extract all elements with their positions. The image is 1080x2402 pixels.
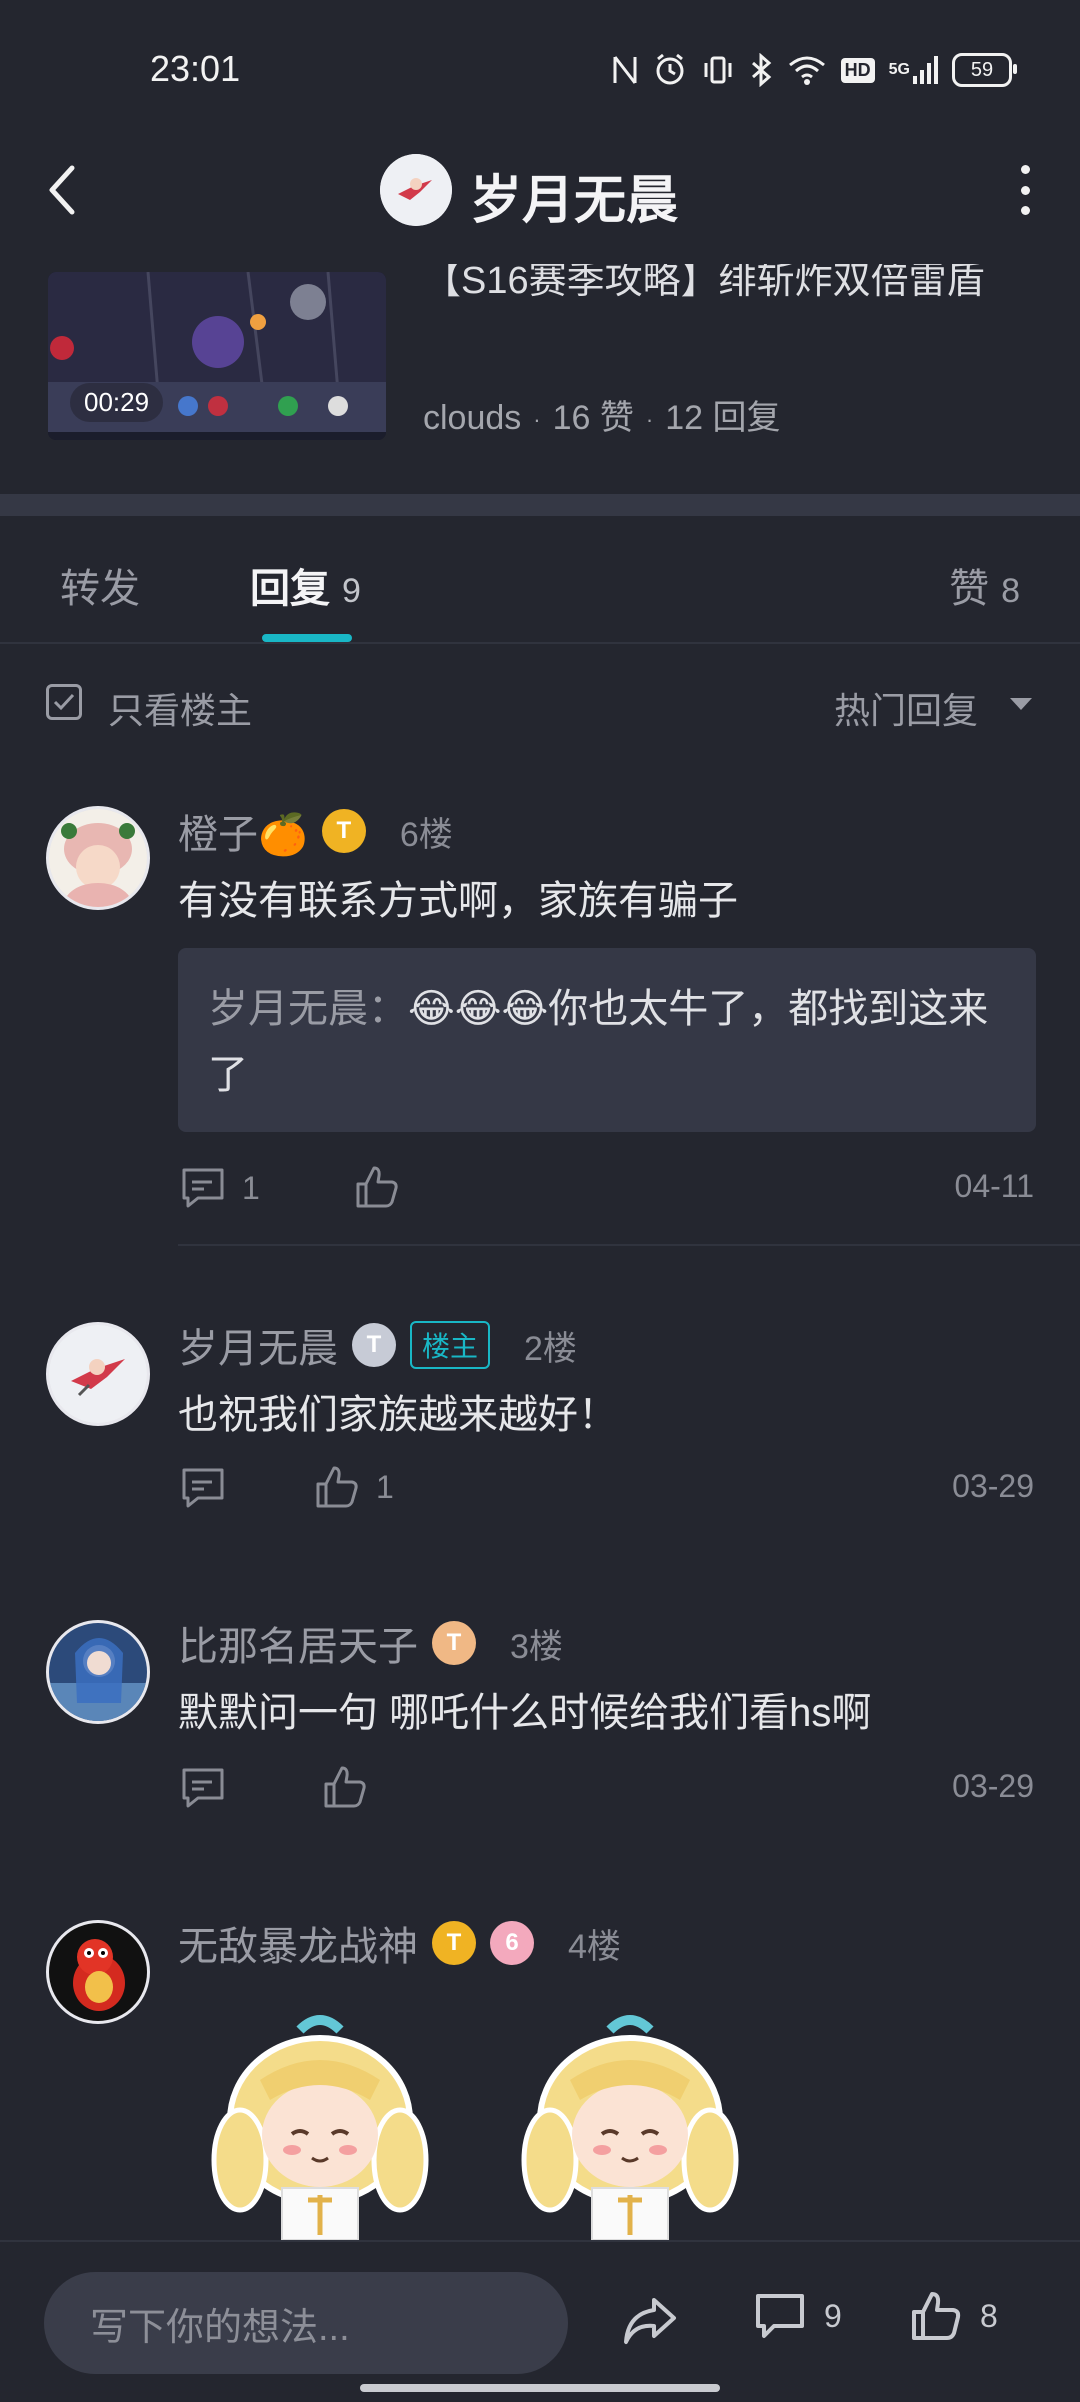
like-count-button[interactable]: 8 (910, 2290, 998, 2342)
active-tab-indicator (262, 634, 352, 642)
like-button[interactable] (322, 1764, 384, 1810)
section-divider (0, 494, 1080, 516)
vibrate-icon (701, 53, 735, 87)
thumbs-up-icon (324, 1766, 366, 1808)
level-badge-icon: T (432, 1621, 476, 1665)
more-menu-button[interactable] (1010, 165, 1040, 215)
avatar[interactable] (46, 1322, 150, 1426)
floor-number: 2楼 (524, 1329, 577, 1368)
comment-username[interactable]: 橙子🍊 T 6楼 (178, 802, 453, 860)
avatar[interactable] (46, 806, 150, 910)
comment-icon (182, 1168, 224, 1208)
tab-reply[interactable]: 回复 9 (250, 556, 361, 614)
post-author[interactable]: clouds (423, 399, 521, 437)
share-button[interactable] (620, 2294, 680, 2355)
only-op-label[interactable]: 只看楼主 (108, 682, 252, 734)
thumbs-up-icon (912, 2292, 961, 2340)
comment-text: 有没有联系方式啊，家族有骗子 (178, 879, 738, 923)
tab-reply-count: 9 (342, 572, 361, 610)
tab-divider (0, 642, 1080, 644)
avatar[interactable] (46, 1620, 150, 1724)
comment-username[interactable]: 岁月无晨 T 楼主 2楼 (178, 1316, 577, 1374)
level-badge-icon: 6 (490, 1921, 534, 1965)
tab-like[interactable]: 赞8 (949, 556, 1020, 614)
like-count: 1 (376, 1468, 394, 1505)
chevron-left-icon (49, 165, 75, 215)
comment-date: 03-29 (952, 1468, 1034, 1504)
username-text: 橙子🍊 (178, 813, 308, 857)
tab-like-label: 赞 (949, 567, 990, 611)
home-indicator[interactable] (360, 2384, 720, 2392)
post-meta: clouds · 16 赞 · 12 回复 (423, 399, 781, 437)
tab-forward[interactable]: 转发 (60, 556, 140, 614)
username-text: 岁月无晨 (178, 1327, 338, 1371)
comment-username[interactable]: 无敌暴龙战神 T 6 4楼 (178, 1914, 621, 1972)
comment-count: 9 (824, 2297, 842, 2334)
check-icon (53, 693, 75, 711)
bluetooth-icon (749, 53, 773, 87)
op-tag: 楼主 (410, 1321, 491, 1369)
wifi-icon (787, 54, 827, 86)
sticker-image[interactable] (200, 2010, 440, 2245)
reply-quote[interactable]: 岁月无晨：😂😂😂你也太牛了，都找到这来了 (178, 948, 1036, 1132)
post-likes: 16 赞 (552, 399, 634, 437)
back-button[interactable] (40, 160, 90, 220)
username-text: 无敌暴龙战神 (178, 1925, 418, 1969)
nfc-icon (611, 53, 639, 87)
tab-like-count: 8 (1001, 572, 1020, 610)
page-title: 岁月无晨 (470, 172, 679, 230)
like-count: 8 (980, 2297, 998, 2334)
floor-number: 3楼 (510, 1627, 563, 1666)
sticker-image[interactable] (510, 2010, 750, 2245)
username-text: 比那名居天子 (178, 1625, 418, 1669)
post-replies: 12 回复 (665, 399, 781, 437)
reply-button[interactable] (180, 1466, 242, 1510)
comment-text: 也祝我们家族越来越好！ (178, 1393, 618, 1437)
quote-author[interactable]: 岁月无晨： (208, 987, 408, 1031)
sort-dropdown[interactable]: 热门回复 (834, 682, 978, 734)
comment-count-button[interactable]: 9 (754, 2290, 842, 2342)
status-time: 23:01 (150, 48, 241, 89)
like-button[interactable] (354, 1164, 416, 1210)
avatar[interactable] (46, 1920, 150, 2024)
thumbs-up-icon (356, 1166, 398, 1208)
floor-number: 4楼 (568, 1927, 621, 1966)
header-avatar[interactable] (380, 154, 452, 226)
comment-username[interactable]: 比那名居天子 T 3楼 (178, 1614, 563, 1672)
comment-text: 默默问一句 哪吒什么时候给我们看hs啊 (178, 1691, 872, 1735)
floor-number: 6楼 (399, 815, 453, 854)
comment-input[interactable]: 写下你的想法... (44, 2272, 568, 2374)
share-icon (624, 2298, 676, 2344)
reply-count: 1 (242, 1169, 260, 1206)
status-icons: HD 5G 59 (611, 50, 1017, 90)
comment-icon (756, 2294, 804, 2338)
post-title[interactable]: 【S16赛季攻略】绯斩炸双倍雷盾 (423, 264, 1023, 312)
caret-down-icon[interactable] (1010, 698, 1032, 710)
signal-icon: 5G (889, 54, 938, 86)
reply-button[interactable] (180, 1766, 242, 1810)
comment-date: 04-11 (954, 1168, 1034, 1204)
comment-date: 03-29 (952, 1768, 1034, 1804)
alarm-icon (653, 53, 687, 87)
level-badge-icon: T (432, 1921, 476, 1965)
hd-badge: HD (840, 57, 875, 83)
reply-button[interactable]: 1 (180, 1166, 260, 1210)
video-thumbnail[interactable]: 00:29 (48, 272, 386, 440)
tab-reply-label: 回复 (250, 567, 330, 611)
battery-icon: 59 (952, 53, 1017, 87)
comment-icon (182, 1768, 224, 1808)
thumbs-up-icon (316, 1466, 358, 1508)
video-duration: 00:29 (70, 383, 164, 422)
like-button[interactable]: 1 (314, 1464, 394, 1510)
level-badge-icon: T (321, 809, 366, 853)
only-op-checkbox[interactable] (46, 684, 82, 720)
network-type: 5G (888, 61, 910, 78)
level-badge-icon: T (352, 1323, 396, 1367)
comment-icon (182, 1468, 224, 1508)
comment-divider (178, 1244, 1080, 1246)
